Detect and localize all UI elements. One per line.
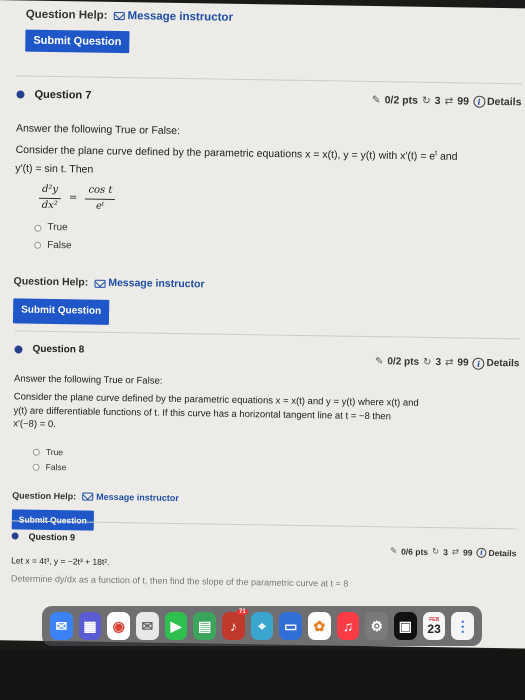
bullet-icon [14,344,23,354]
message-instructor-link[interactable]: Message instructor [94,276,205,293]
info-icon: i [476,547,487,558]
maps-app-icon[interactable]: ⌖ [250,612,274,640]
laptop-bezel [0,650,525,700]
question-8-body: Answer the following True or False: Cons… [11,372,519,537]
attempts-text: 99 [457,94,470,108]
radio-false[interactable] [32,463,40,471]
details-link[interactable]: i Details [472,95,522,108]
photos-app-icon[interactable]: ✿ [308,612,331,640]
question-9: Question 9 ✎ 0/6 pts ↻ 3 ⇄ 99 i Details … [11,520,517,596]
radio-true[interactable] [34,224,42,232]
mail-icon [82,492,94,501]
mail-icon [94,279,106,288]
question-8-title: Question 8 [14,343,84,356]
points-text: 0/2 pts [384,93,418,107]
chrome-app-icon[interactable]: ◉ [107,612,131,640]
question-7-meta: ✎ 0/2 pts ↻ 3 ⇄ 99 i Details [372,94,522,108]
details-text: Details [486,95,522,108]
question-7: Question 7 ✎ 0/2 pts ↻ 3 ⇄ 99 i Details … [12,75,522,331]
calendar-app-icon[interactable]: FEB 23 [422,612,446,640]
instruction-text: Answer the following True or False: [15,122,181,137]
retry-icon: ↻ [431,546,440,557]
question-7-title: Question 7 [16,88,91,101]
submit-question-button[interactable]: Submit Question [12,298,110,325]
message-instructor-link[interactable]: Message instructor [113,10,233,24]
attempts-icon: ⇄ [444,94,454,107]
browser-page: Question Help: Message instructor Submit… [0,0,525,649]
lhs-fraction: d²y dx² [38,182,62,213]
mail-icon [113,11,125,21]
question-8-help-row: Question Help: Message instructor [12,489,517,510]
question-7-title-text: Question 7 [34,88,92,102]
question-help-label: Question Help: [25,8,108,22]
edit-icon: ✎ [371,93,381,106]
question-9-meta: ✎ 0/6 pts ↻ 3 ⇄ 99 i Details [389,545,517,558]
macos-dock: ✉ ▦ ◉ ✉ ▶ ▤ ♪ 71 ⌖ ▭ ✿ ♫ ⚙ ▣ FEB 23 ⋮ [42,606,482,646]
info-icon: i [472,95,486,108]
screen: Question Help: Message instructor Submit… [0,0,525,700]
reminders-app-icon[interactable]: ⋮ [451,612,475,640]
details-link[interactable]: i Details [476,547,516,558]
files-app-icon[interactable]: ▭ [279,612,303,640]
settings-app-icon[interactable]: ⚙ [365,612,389,640]
attempts-icon: ⇄ [444,357,454,369]
question-9-title: Question 9 [11,531,75,542]
prompt-text: Let x = 4t³, y = −2t³ + 18t². [11,555,110,567]
radio-true[interactable] [32,448,40,456]
music-app-icon[interactable]: ♫ [336,612,360,640]
question-8-meta: ✎ 0/2 pts ↻ 3 ⇄ 99 i Details [374,356,520,370]
question-9-body: Let x = 4t³, y = −2t³ + 18t². Determine … [11,554,516,593]
notification-badge: 71 [237,609,248,615]
retry-icon: ↻ [423,356,432,368]
contacts-app-icon[interactable]: ♪ 71 [222,609,248,640]
launchpad-app-icon[interactable]: ▦ [78,612,102,640]
question-8-header: Question 8 ✎ 0/2 pts ↻ 3 ⇄ 99 i Details [14,330,520,375]
edit-icon: ✎ [389,545,398,556]
mail-app-icon[interactable]: ✉ [50,612,73,640]
prompt-text-line2: Determine dy/dx as a function of t, then… [10,573,349,590]
attempts-icon: ⇄ [451,546,460,557]
tv-app-icon[interactable]: ▣ [394,612,417,640]
info-icon: i [472,357,485,370]
submit-question-button[interactable]: Submit Question [25,29,130,54]
notes-app-icon[interactable]: ▤ [193,612,217,640]
facetime-app-icon[interactable]: ▶ [164,612,188,640]
edit-icon: ✎ [374,356,384,368]
question-help-row: Question Help: Message instructor [26,9,525,29]
radio-false[interactable] [34,242,42,250]
message-instructor-link[interactable]: Message instructor [82,490,179,505]
rhs-fraction: cos t eᵗ [85,183,116,214]
retries-text: 3 [434,94,441,107]
question-8: Question 8 ✎ 0/2 pts ↻ 3 ⇄ 99 i Details … [11,330,520,537]
equation: d²y dx² = cos t eᵗ [35,182,520,221]
message-instructor-text: Message instructor [127,10,234,24]
top-help-section: Question Help: Message instructor Submit… [25,9,525,60]
question-7-help-row: Question Help: Message instructor [13,275,518,298]
question-7-body: Answer the following True or False: Cons… [12,121,521,331]
details-link[interactable]: i Details [472,357,519,370]
messages-app-icon[interactable]: ✉ [136,612,159,640]
retry-icon: ↻ [421,94,431,107]
bullet-icon [16,89,25,99]
question-7-header: Question 7 ✎ 0/2 pts ↻ 3 ⇄ 99 i Details [16,75,522,120]
bullet-icon [11,532,19,540]
